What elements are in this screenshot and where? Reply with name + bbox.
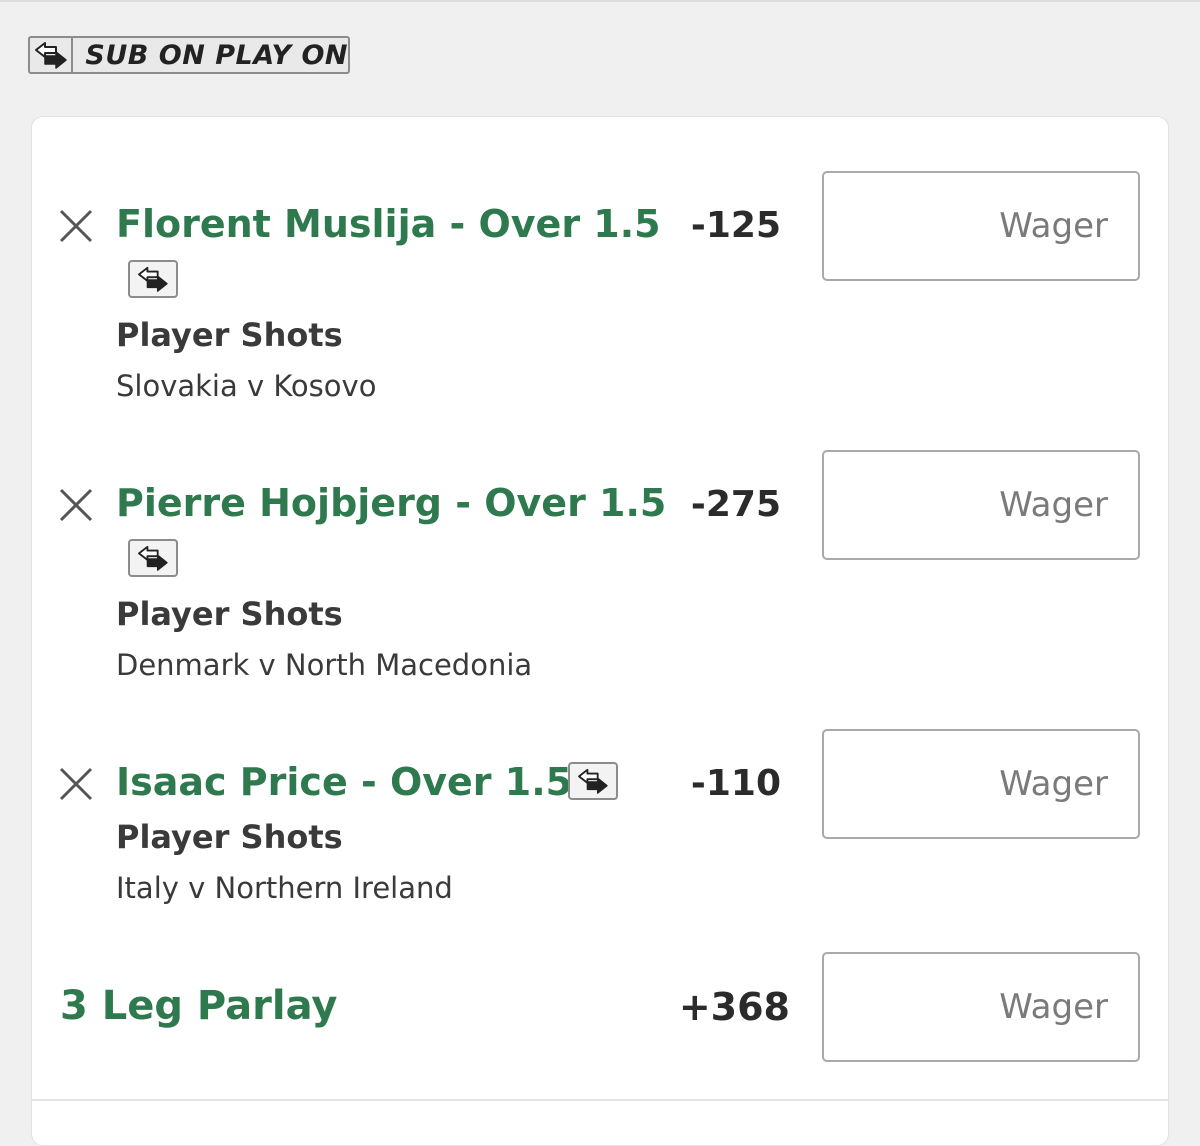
leg-odds: -275: [690, 484, 781, 525]
betslip-card: Florent Muslija - Over 1.5 Player Shots …: [31, 116, 1169, 1146]
sub-on-play-on-badge: SUB ON PLAY ON: [28, 36, 350, 74]
leg-event: Slovakia v Kosovo: [116, 369, 377, 403]
leg-market: Player Shots: [116, 316, 343, 354]
leg-event: Italy v Northern Ireland: [116, 871, 453, 905]
substitution-arrows-icon: [30, 38, 74, 72]
leg-selection: Florent Muslija - Over 1.5: [116, 202, 661, 246]
leg-event: Denmark v North Macedonia: [116, 648, 533, 682]
remove-leg-close-icon[interactable]: [58, 766, 94, 802]
leg-selection: Isaac Price - Over 1.5: [116, 760, 573, 804]
substitution-arrows-icon: [128, 539, 178, 577]
substitution-arrows-icon: [128, 260, 178, 298]
wager-input[interactable]: [822, 450, 1140, 560]
wager-input[interactable]: [822, 171, 1140, 281]
leg-market: Player Shots: [116, 818, 343, 856]
leg-odds: -125: [690, 205, 781, 246]
wager-input[interactable]: [822, 729, 1140, 839]
remove-leg-close-icon[interactable]: [58, 487, 94, 523]
parlay-wager-input[interactable]: [822, 952, 1140, 1062]
card-divider: [32, 1099, 1168, 1101]
leg-selection: Pierre Hojbjerg - Over 1.5: [116, 481, 667, 525]
leg-market: Player Shots: [116, 595, 343, 633]
remove-leg-close-icon[interactable]: [58, 208, 94, 244]
parlay-odds: +368: [678, 985, 790, 1029]
top-divider: [0, 0, 1200, 2]
sub-on-play-on-label: SUB ON PLAY ON: [85, 39, 348, 71]
parlay-label: 3 Leg Parlay: [60, 983, 338, 1029]
leg-odds: -110: [690, 763, 781, 804]
substitution-arrows-icon: [568, 762, 618, 800]
